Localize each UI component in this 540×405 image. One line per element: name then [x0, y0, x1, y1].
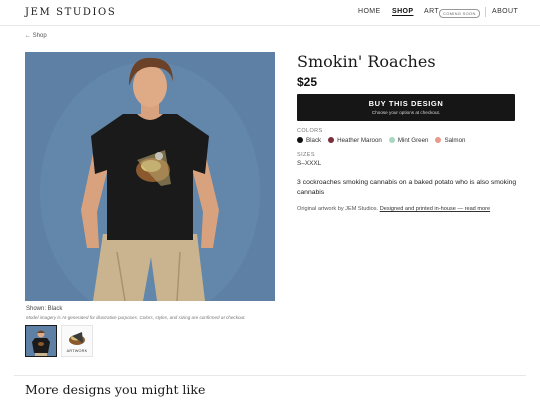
sizes-label: SIZES — [297, 152, 315, 158]
color-name: Heather Maroon — [337, 137, 382, 144]
color-dot — [328, 137, 335, 143]
nav-about[interactable]: ABOUT — [492, 8, 518, 15]
color-option-salmon[interactable]: Salmon — [435, 137, 465, 144]
nav-home[interactable]: HOME — [358, 8, 381, 15]
section-divider — [14, 375, 526, 376]
product-photo[interactable] — [25, 52, 275, 301]
thumbnail-artwork[interactable]: ARTWORK — [61, 325, 93, 357]
thumbnail-artwork-image — [69, 332, 85, 345]
image-caption: Shown: Black — [26, 306, 63, 312]
more-designs-heading: More designs you might like — [25, 382, 206, 397]
color-option-black[interactable]: Black — [297, 137, 321, 144]
ai-disclaimer: Model imagery is AI-generated for illust… — [26, 315, 246, 320]
color-name: Salmon — [444, 137, 466, 144]
back-to-shop-link[interactable]: ← Shop — [25, 33, 47, 39]
product-description: 3 cockroaches smoking cannabis on a bake… — [297, 179, 517, 196]
color-name: Black — [306, 137, 322, 144]
model-illustration — [25, 52, 275, 301]
artwork-credit: Original artwork by JEM Studios. Designe… — [297, 206, 490, 212]
product-title: Smokin' Roaches — [297, 52, 436, 71]
color-option-heather-maroon[interactable]: Heather Maroon — [328, 137, 382, 144]
buy-button-subtext: Choose your options at checkout. — [371, 110, 441, 115]
colors-label: COLORS — [297, 128, 323, 134]
color-option-mint-green[interactable]: Mint Green — [388, 137, 429, 144]
nav-divider — [485, 7, 486, 17]
thumbnail-artwork-label: ARTWORK — [66, 349, 88, 353]
color-dot — [435, 137, 442, 143]
color-name: Mint Green — [397, 137, 429, 144]
color-dot — [297, 137, 303, 143]
thumbnail-model-image — [26, 326, 56, 356]
nav-art[interactable]: ART — [424, 8, 439, 15]
coming-soon-badge: COMING SOON — [439, 9, 480, 18]
size-range: S–XXXL — [297, 160, 322, 167]
brand-logo[interactable]: JEM STUDIOS — [25, 7, 116, 18]
color-dot — [388, 137, 395, 143]
credit-text: Original artwork by JEM Studios. — [297, 206, 379, 212]
buy-this-design-button[interactable]: BUY THIS DESIGN Choose your options at c… — [297, 94, 515, 121]
read-more-link[interactable]: Designed and printed in-house — read mor… — [380, 206, 490, 212]
buy-button-label: BUY THIS DESIGN — [368, 99, 444, 108]
nav-shop[interactable]: SHOP — [392, 8, 413, 15]
site-header: JEM STUDIOS HOME SHOP ART COMING SOON AB… — [0, 0, 540, 26]
color-swatches: Black Heather Maroon Mint Green Salmon — [297, 137, 472, 146]
product-price: $25 — [297, 75, 318, 89]
thumbnail-model[interactable] — [25, 325, 57, 357]
